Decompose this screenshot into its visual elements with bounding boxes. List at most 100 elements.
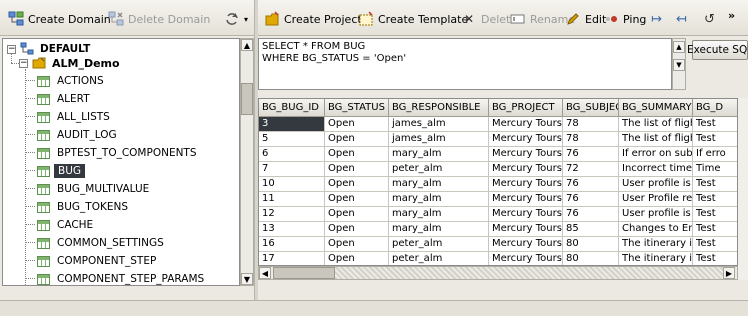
scroll-right-icon[interactable]: ▶ [723,267,735,279]
results-grid[interactable]: BG_BUG_ID BG_STATUS BG_RESPONSIBLE BG_PROJE… [258,98,738,266]
table-row[interactable]: 3 Open james_alm Mercury Tours 78 The list of… [259,117,737,132]
table-cell[interactable]: The list of flight: [619,132,693,147]
table-cell[interactable]: Test [693,207,737,222]
table-cell[interactable]: mary_alm [389,222,489,237]
table-cell[interactable]: Open [325,237,389,252]
table-cell[interactable]: Open [325,162,389,177]
table-cell[interactable]: Mercury Tours [489,237,563,252]
table-cell[interactable]: Incorrect time fo [619,162,693,177]
table-cell[interactable]: Open [325,147,389,162]
table-cell[interactable]: Mercury Tours [489,192,563,207]
table-cell[interactable]: Open [325,117,389,132]
table-cell[interactable]: Mercury Tours [489,252,563,265]
table-cell[interactable]: Test [693,222,737,237]
table-cell[interactable]: Open [325,192,389,207]
scroll-up-icon[interactable]: ▲ [241,39,253,51]
table-row[interactable]: 7 Open peter_alm Mercury Tours 72 Incorrect t… [259,162,737,177]
column-header[interactable]: BG_SUBJECT [563,99,619,117]
table-cell[interactable]: 11 [259,192,325,207]
table-cell[interactable]: 10 [259,177,325,192]
table-cell[interactable]: 5 [259,132,325,147]
table-cell[interactable]: Mercury Tours [489,117,563,132]
table-cell[interactable]: Mercury Tours [489,147,563,162]
domain-tree[interactable]: − DEFAULT − ALM_Demo ACTIONS ALERT ALL_LIS… [2,38,240,286]
table-cell[interactable]: 78 [563,132,619,147]
table-row[interactable]: 6 Open mary_alm Mercury Tours 76 If error on … [259,147,737,162]
table-row[interactable]: 10 Open mary_alm Mercury Tours 76 User profil… [259,177,737,192]
forward-button[interactable]: ↦ [651,10,662,28]
table-cell[interactable]: 17 [259,252,325,265]
table-row[interactable]: 11 Open mary_alm Mercury Tours 76 User Profil… [259,192,737,207]
tree-node-table[interactable]: COMPONENT_STEP [37,251,159,271]
table-cell[interactable]: The list of flight: [619,117,693,132]
sql-scroll-down-icon[interactable]: ▼ [673,59,685,71]
table-cell[interactable]: 80 [563,237,619,252]
tree-node-table[interactable]: ALERT [37,89,93,109]
table-cell[interactable]: Open [325,132,389,147]
table-cell[interactable]: Open [325,177,389,192]
table-cell[interactable]: The itinerary is [619,252,693,265]
execute-sql-button[interactable]: Execute SQL [687,40,748,60]
table-cell[interactable]: 76 [563,147,619,162]
scroll-down-icon[interactable]: ▼ [241,273,253,285]
sql-editor[interactable]: SELECT * FROM BUG WHERE BG_STATUS = 'Ope… [258,38,672,90]
edit-button[interactable]: Edit [565,10,606,28]
table-cell[interactable]: Open [325,252,389,265]
table-cell[interactable]: Changes to Em [619,222,693,237]
table-row[interactable]: 17 Open peter_alm Mercury Tours 80 The itiner… [259,252,737,265]
table-cell[interactable]: 3 [259,117,325,132]
table-row[interactable]: 12 Open mary_alm Mercury Tours 76 User profil… [259,207,737,222]
table-cell[interactable]: james_alm [389,117,489,132]
tree-node-table[interactable]: BUG_MULTIVALUE [37,179,152,199]
table-cell[interactable]: 85 [563,222,619,237]
column-header[interactable]: BG_RESPONSIBLE [389,99,489,117]
tree-node-table[interactable]: BUG [37,161,86,181]
table-row[interactable]: 5 Open james_alm Mercury Tours 78 The list of… [259,132,737,147]
sql-scroll-up-icon[interactable]: ▲ [673,41,685,53]
delete-domain-button[interactable]: Delete Domain [108,10,210,28]
collapse-project-toggle[interactable]: − [19,59,28,68]
tree-scroll-thumb[interactable] [241,83,253,115]
table-cell[interactable]: 80 [563,252,619,265]
tree-node-table[interactable]: COMMON_SETTINGS [37,233,167,253]
table-cell[interactable]: Test [693,192,737,207]
grid-scroll-track[interactable] [335,267,723,279]
sql-scrollbar[interactable]: ▲ ▼ [672,38,686,90]
grid-horizontal-scrollbar[interactable]: ◀ ▶ [258,266,738,280]
table-cell[interactable]: Test [693,132,737,147]
table-cell[interactable]: Test [693,177,737,192]
table-cell[interactable]: 6 [259,147,325,162]
table-cell[interactable]: mary_alm [389,192,489,207]
table-cell[interactable]: The itinerary is [619,237,693,252]
column-header[interactable]: BG_PROJECT [489,99,563,117]
delete-button[interactable]: ✕ Delete [461,10,517,28]
refresh-button[interactable]: ▾ [224,10,248,28]
table-cell[interactable]: Open [325,222,389,237]
tree-node-table[interactable]: CACHE [37,215,96,235]
table-cell[interactable]: peter_alm [389,162,489,177]
table-cell[interactable]: mary_alm [389,207,489,222]
table-cell[interactable]: Mercury Tours [489,132,563,147]
tree-node-table[interactable]: ALL_LISTS [37,107,113,127]
table-cell[interactable]: User profile is r [619,207,693,222]
create-template-button[interactable]: Create Template [358,10,468,28]
table-row[interactable]: 13 Open mary_alm Mercury Tours 85 Changes to … [259,222,737,237]
table-cell[interactable]: mary_alm [389,147,489,162]
scroll-left-icon[interactable]: ◀ [259,267,271,279]
create-domain-button[interactable]: Create Domain [8,10,111,28]
table-cell[interactable]: james_alm [389,132,489,147]
table-cell[interactable]: Open [325,207,389,222]
table-cell[interactable]: 12 [259,207,325,222]
column-header[interactable]: BG_STATUS [325,99,389,117]
table-cell[interactable]: Test [693,117,737,132]
table-cell[interactable]: 78 [563,117,619,132]
ping-button[interactable]: Ping [603,10,646,28]
table-cell[interactable]: 7 [259,162,325,177]
tree-node-table[interactable]: COMPONENT_STEP_PARAMS [37,269,207,285]
table-cell[interactable]: peter_alm [389,237,489,252]
table-cell[interactable]: Test [693,237,737,252]
grid-scroll-thumb[interactable] [273,267,335,279]
tree-scrollbar[interactable]: ▲ ▼ [240,38,254,286]
table-cell[interactable]: 76 [563,207,619,222]
table-cell[interactable]: Time [693,162,737,177]
